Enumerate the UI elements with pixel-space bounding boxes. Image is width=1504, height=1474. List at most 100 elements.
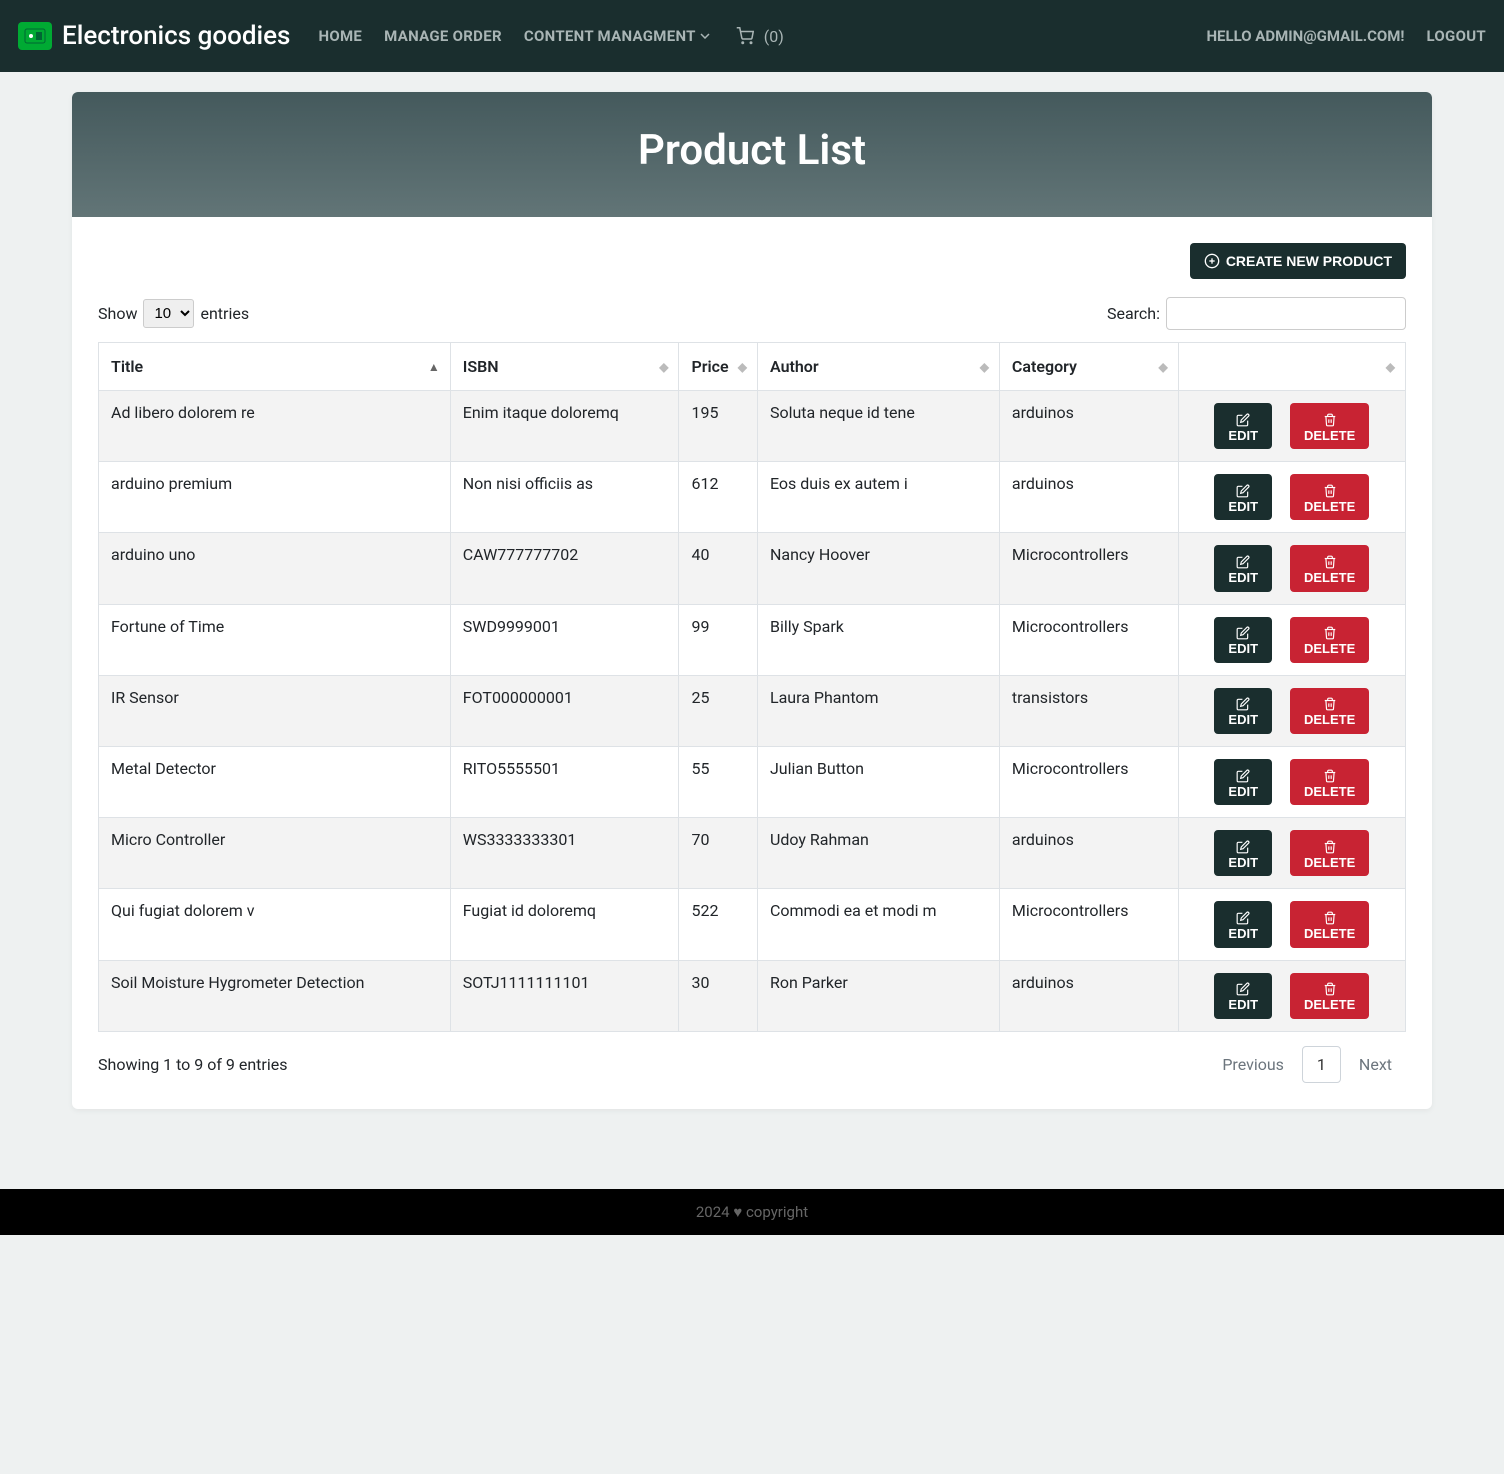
trash-icon: [1323, 625, 1337, 641]
cell-isbn: CAW777777702: [450, 533, 679, 604]
search-label: Search:: [1107, 304, 1160, 323]
delete-button[interactable]: DELETE: [1290, 545, 1369, 591]
table-row: Fortune of TimeSWD999900199Billy SparkMi…: [99, 604, 1406, 675]
sort-icon: ◆: [1386, 360, 1395, 374]
cell-isbn: Fugiat id doloremq: [450, 889, 679, 960]
edit-button[interactable]: EDIT: [1214, 617, 1272, 663]
cell-title: Micro Controller: [99, 818, 451, 889]
cell-title: Fortune of Time: [99, 604, 451, 675]
cell-title: IR Sensor: [99, 675, 451, 746]
col-title[interactable]: Title▲: [99, 343, 451, 391]
product-card: Product List CREATE NEW PRODUCT Show 10 …: [72, 92, 1432, 1109]
cell-price: 99: [679, 604, 758, 675]
edit-label: EDIT: [1228, 855, 1258, 871]
cell-isbn: Enim itaque doloremq: [450, 391, 679, 462]
table-row: Micro ControllerWS333333330170Udoy Rahma…: [99, 818, 1406, 889]
delete-button[interactable]: DELETE: [1290, 901, 1369, 947]
pager-page-1[interactable]: 1: [1302, 1046, 1341, 1083]
table-row: IR SensorFOT00000000125Laura Phantomtran…: [99, 675, 1406, 746]
edit-button[interactable]: EDIT: [1214, 545, 1272, 591]
cell-price: 25: [679, 675, 758, 746]
edit-button[interactable]: EDIT: [1214, 474, 1272, 520]
chevron-down-icon: [700, 33, 710, 39]
edit-icon: [1236, 411, 1250, 427]
cell-actions: EDIT DELETE: [1178, 818, 1405, 889]
nav-home[interactable]: HOME: [318, 27, 362, 45]
table-row: arduino premiumNon nisi officiis as612Eo…: [99, 462, 1406, 533]
cell-author: Laura Phantom: [757, 675, 999, 746]
trash-icon: [1323, 553, 1337, 569]
create-button-label: CREATE NEW PRODUCT: [1226, 253, 1392, 269]
brand-text: Electronics goodies: [62, 21, 290, 51]
cell-actions: EDIT DELETE: [1178, 746, 1405, 817]
pager-previous[interactable]: Previous: [1208, 1047, 1298, 1082]
nav-greeting: HELLO ADMIN@GMAIL.COM!: [1206, 27, 1404, 45]
nav-content-managment[interactable]: CONTENT MANAGMENT: [524, 27, 710, 45]
trash-icon: [1323, 981, 1337, 997]
nav-logout[interactable]: LOGOUT: [1426, 27, 1486, 45]
edit-button[interactable]: EDIT: [1214, 973, 1272, 1019]
edit-button[interactable]: EDIT: [1214, 759, 1272, 805]
cell-title: Metal Detector: [99, 746, 451, 817]
nav-cart[interactable]: (0): [736, 27, 784, 46]
table-row: Soil Moisture Hygrometer DetectionSOTJ11…: [99, 960, 1406, 1031]
delete-label: DELETE: [1304, 428, 1355, 444]
pager-next[interactable]: Next: [1345, 1047, 1406, 1082]
sort-icon: ◆: [738, 360, 747, 374]
navbar: Electronics goodies HOME MANAGE ORDER CO…: [0, 0, 1504, 72]
cart-icon: [736, 27, 754, 45]
cell-title: Soil Moisture Hygrometer Detection: [99, 960, 451, 1031]
trash-icon: [1323, 696, 1337, 712]
col-category[interactable]: Category◆: [999, 343, 1178, 391]
col-isbn[interactable]: ISBN◆: [450, 343, 679, 391]
table-row: arduino unoCAW77777770240Nancy HooverMic…: [99, 533, 1406, 604]
trash-icon: [1323, 767, 1337, 783]
edit-button[interactable]: EDIT: [1214, 688, 1272, 734]
table-row: Qui fugiat dolorem vFugiat id doloremq52…: [99, 889, 1406, 960]
delete-button[interactable]: DELETE: [1290, 973, 1369, 1019]
cell-actions: EDIT DELETE: [1178, 462, 1405, 533]
site-footer: 2024 ♥ copyright: [0, 1189, 1504, 1235]
cell-author: Eos duis ex autem i: [757, 462, 999, 533]
create-new-product-button[interactable]: CREATE NEW PRODUCT: [1190, 243, 1406, 279]
edit-label: EDIT: [1228, 712, 1258, 728]
delete-button[interactable]: DELETE: [1290, 759, 1369, 805]
page-title: Product List: [92, 126, 1412, 175]
cell-price: 522: [679, 889, 758, 960]
sort-asc-icon: ▲: [428, 360, 440, 374]
cart-count: (0): [764, 27, 784, 46]
cell-author: Billy Spark: [757, 604, 999, 675]
sort-icon: ◆: [1158, 360, 1167, 374]
delete-label: DELETE: [1304, 499, 1355, 515]
delete-button[interactable]: DELETE: [1290, 688, 1369, 734]
page-length-select[interactable]: 10: [143, 299, 194, 328]
edit-icon: [1236, 625, 1250, 641]
delete-label: DELETE: [1304, 712, 1355, 728]
cell-category: Microcontrollers: [999, 604, 1178, 675]
delete-button[interactable]: DELETE: [1290, 474, 1369, 520]
cell-actions: EDIT DELETE: [1178, 533, 1405, 604]
delete-button[interactable]: DELETE: [1290, 617, 1369, 663]
brand-link[interactable]: Electronics goodies: [18, 21, 290, 51]
edit-icon: [1236, 696, 1250, 712]
cell-actions: EDIT DELETE: [1178, 604, 1405, 675]
cell-actions: EDIT DELETE: [1178, 675, 1405, 746]
delete-button[interactable]: DELETE: [1290, 830, 1369, 876]
delete-button[interactable]: DELETE: [1290, 403, 1369, 449]
edit-button[interactable]: EDIT: [1214, 901, 1272, 947]
trash-icon: [1323, 909, 1337, 925]
nav-content-label: CONTENT MANAGMENT: [524, 27, 696, 45]
show-label: Show: [98, 304, 137, 323]
edit-button[interactable]: EDIT: [1214, 403, 1272, 449]
edit-icon: [1236, 981, 1250, 997]
length-control: Show 10 entries: [98, 299, 249, 328]
edit-button[interactable]: EDIT: [1214, 830, 1272, 876]
cell-isbn: FOT000000001: [450, 675, 679, 746]
search-input[interactable]: [1166, 297, 1406, 330]
cell-category: Microcontrollers: [999, 533, 1178, 604]
edit-label: EDIT: [1228, 641, 1258, 657]
nav-manage-order[interactable]: MANAGE ORDER: [384, 27, 502, 45]
col-price[interactable]: Price◆: [679, 343, 758, 391]
edit-label: EDIT: [1228, 499, 1258, 515]
col-author[interactable]: Author◆: [757, 343, 999, 391]
